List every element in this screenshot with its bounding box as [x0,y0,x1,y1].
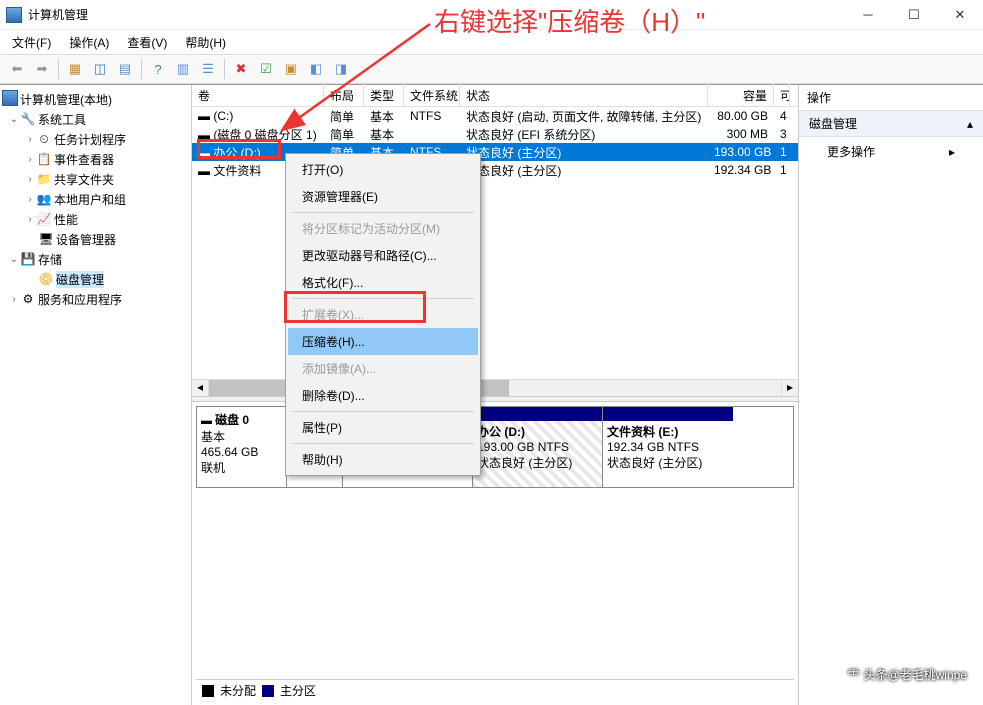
tree-shared[interactable]: ›📁共享文件夹 [0,169,191,189]
actions-header: 操作 [799,85,983,111]
tree-perf[interactable]: ›📈性能 [0,209,191,229]
annotation-text: 右键选择"压缩卷（H）" [434,2,705,39]
separator [224,59,225,79]
cm-extend[interactable]: 扩展卷(X)... [288,301,478,328]
col-fs[interactable]: 文件系统 [404,84,460,107]
legend-swatch [262,685,274,697]
toolbar-icon[interactable]: ▣ [280,58,302,80]
cm-explorer[interactable]: 资源管理器(E) [288,183,478,210]
close-button[interactable]: ✕ [937,0,983,30]
cm-properties[interactable]: 属性(P) [288,414,478,441]
context-menu[interactable]: 打开(O) 资源管理器(E) 将分区标记为活动分区(M) 更改驱动器号和路径(C… [285,153,481,476]
tree-services[interactable]: ›⚙服务和应用程序 [0,289,191,309]
separator [58,59,59,79]
nav-tree[interactable]: 计算机管理(本地) ⌄🔧系统工具 ›⏲任务计划程序 ›📋事件查看器 ›📁共享文件… [0,85,192,705]
tree-users[interactable]: ›👥本地用户和组 [0,189,191,209]
toolbar-icon[interactable]: ◧ [305,58,327,80]
volume-row[interactable]: ▬ (C:) 简单 基本 NTFS 状态良好 (启动, 页面文件, 故障转储, … [192,107,798,125]
toolbar-icon[interactable]: ▤ [114,58,136,80]
cm-format[interactable]: 格式化(F)... [288,269,478,296]
cm-mirror[interactable]: 添加镜像(A)... [288,355,478,382]
col-volume[interactable]: 卷 [192,84,324,107]
tree-systools[interactable]: ⌄🔧系统工具 [0,109,191,129]
h-scrollbar[interactable]: ◂ ▸ [192,379,798,396]
maximize-button[interactable]: ☐ [891,0,937,30]
menu-action[interactable]: 操作(A) [65,32,113,53]
chevron-right-icon: ▸ [949,145,955,159]
legend-primary: 主分区 [280,682,316,699]
tree-diskmgmt[interactable]: 📀磁盘管理 [0,269,191,289]
volume-table-header[interactable]: 卷 布局 类型 文件系统 状态 容量 可 [192,85,798,107]
toolbar-icon[interactable]: ☰ [197,58,219,80]
toolbar-icon[interactable]: ◨ [330,58,352,80]
legend: 未分配 主分区 [196,679,794,701]
actions-diskmgmt[interactable]: 磁盘管理▴ [799,111,983,137]
separator [292,212,474,213]
cm-open[interactable]: 打开(O) [288,156,478,183]
cm-mark-active[interactable]: 将分区标记为活动分区(M) [288,215,478,242]
legend-unalloc: 未分配 [220,682,256,699]
watermark-icon: ⻗ [847,666,859,683]
col-status[interactable]: 状态 [460,84,708,107]
volume-list[interactable]: ▬ (C:) 简单 基本 NTFS 状态良好 (启动, 页面文件, 故障转储, … [192,107,798,379]
col-layout[interactable]: 布局 [324,84,364,107]
partition[interactable]: 文件资料 (E:) 192.34 GB NTFS 状态良好 (主分区) [603,407,733,487]
watermark: ⻗ 头条@老毛桃winpe [847,666,967,683]
nav-forward-button[interactable]: ➡ [31,58,53,80]
disk-info[interactable]: ▬ 磁盘 0 基本 465.64 GB 联机 [197,407,287,487]
menu-file[interactable]: 文件(F) [8,32,55,53]
tree-storage[interactable]: ⌄💾存储 [0,249,191,269]
cm-shrink[interactable]: 压缩卷(H)... [288,328,478,355]
toolbar-icon[interactable]: ◫ [89,58,111,80]
app-icon [6,7,22,23]
col-capacity[interactable]: 容量 [708,84,774,107]
toolbar-icon[interactable]: ✖ [230,58,252,80]
partition-selected[interactable]: 办公 (D:) 193.00 GB NTFS 状态良好 (主分区) [473,407,603,487]
separator [292,298,474,299]
separator [141,59,142,79]
collapse-icon: ▴ [967,117,973,131]
separator [292,443,474,444]
tree-task[interactable]: ›⏲任务计划程序 [0,129,191,149]
volume-row[interactable]: ▬ 文件资料 简单 基本 NTFS 状态良好 (主分区) 192.34 GB 1 [192,161,798,179]
main-panel: 计算机管理(本地) ⌄🔧系统工具 ›⏲任务计划程序 ›📋事件查看器 ›📁共享文件… [0,84,983,705]
cm-help[interactable]: 帮助(H) [288,446,478,473]
toolbar-icon[interactable]: ▥ [172,58,194,80]
separator [292,411,474,412]
minimize-button[interactable]: ─ [845,0,891,30]
volume-row[interactable]: ▬ 办公 (D:) 简单 基本 NTFS 状态良好 (主分区) 193.00 G… [192,143,798,161]
actions-more[interactable]: 更多操作▸ [799,137,983,166]
toolbar-icon[interactable]: ? [147,58,169,80]
tree-devmgr[interactable]: 🖥设备管理器 [0,229,191,249]
menu-view[interactable]: 查看(V) [123,32,171,53]
center-panel: 卷 布局 类型 文件系统 状态 容量 可 ▬ (C:) 简单 基本 NTFS 状… [192,85,799,705]
volume-row[interactable]: ▬ (磁盘 0 磁盘分区 1) 简单 基本 状态良好 (EFI 系统分区) 30… [192,125,798,143]
tree-root[interactable]: 计算机管理(本地) [0,89,191,109]
legend-swatch [202,685,214,697]
col-type[interactable]: 类型 [364,84,404,107]
toolbar-icon[interactable]: ☑ [255,58,277,80]
nav-back-button[interactable]: ⬅ [6,58,28,80]
actions-panel: 操作 磁盘管理▴ 更多操作▸ [799,85,983,705]
window-title: 计算机管理 [28,6,88,23]
tree-event[interactable]: ›📋事件查看器 [0,149,191,169]
cm-change-letter[interactable]: 更改驱动器号和路径(C)... [288,242,478,269]
cm-delete[interactable]: 删除卷(D)... [288,382,478,409]
toolbar-icon[interactable]: ▦ [64,58,86,80]
disk-graphic-panel: ▬ 磁盘 0 基本 465.64 GB 联机 300 MB 状态良好 ( (C:… [192,402,798,705]
col-free[interactable]: 可 [774,84,790,107]
menu-help[interactable]: 帮助(H) [181,32,230,53]
toolbar: ⬅ ➡ ▦ ◫ ▤ ? ▥ ☰ ✖ ☑ ▣ ◧ ◨ [0,54,983,84]
